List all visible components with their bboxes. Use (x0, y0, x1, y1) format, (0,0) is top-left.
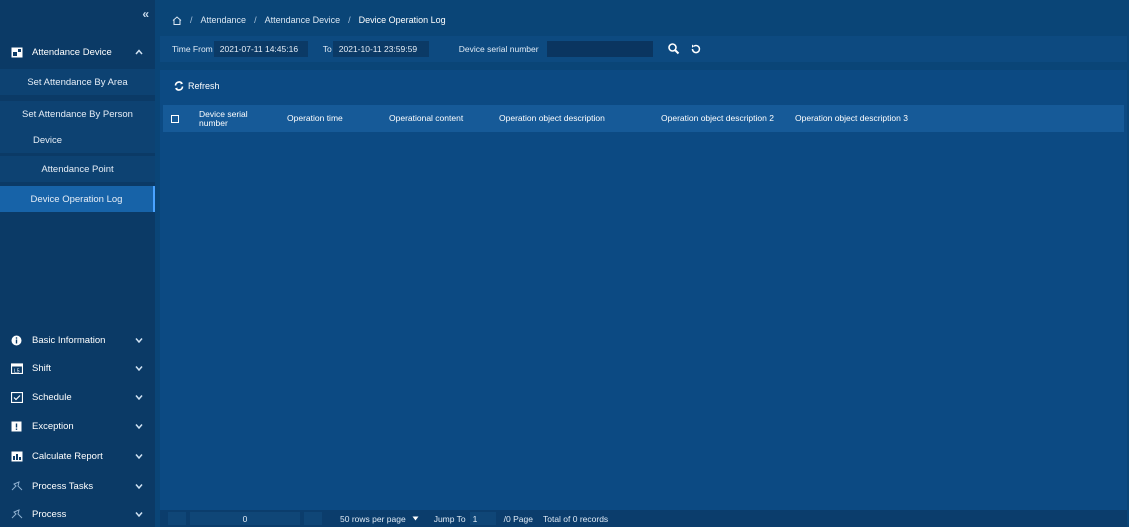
breadcrumb-separator: / (254, 15, 257, 25)
home-icon[interactable] (172, 15, 182, 25)
breadcrumb-separator: / (348, 15, 351, 25)
chevron-down-icon (135, 421, 143, 431)
nav-group-label: Calculate Report (32, 451, 103, 462)
column-header-device-serial-number[interactable]: Device serial number (199, 105, 259, 132)
nav-group-attendance-device[interactable]: Attendance Device (0, 39, 155, 66)
filter-bar: Time From 2021-07-11 14:45:16 To 2021-10… (160, 36, 1127, 62)
chevron-down-icon (135, 335, 143, 345)
chevron-down-icon (135, 509, 143, 519)
sidebar: « Attendance Device Set Attendance By Ar… (0, 0, 155, 527)
sidebar-item-device-operation-log[interactable]: Device Operation Log (0, 186, 155, 212)
nav-group-calculate-report[interactable]: Calculate Report (0, 443, 155, 470)
nav-group-process[interactable]: Process (0, 501, 155, 527)
nav-group-label: Basic Information (32, 335, 106, 346)
shift-icon: L5 (10, 363, 24, 375)
column-header-operation-object-description[interactable]: Operation object description (499, 105, 605, 132)
refresh-label: Refresh (188, 81, 220, 91)
refresh-button[interactable]: Refresh (173, 80, 220, 92)
chevron-down-icon (135, 481, 143, 491)
nav-group-label: Schedule (32, 392, 72, 403)
process-tasks-icon (11, 481, 23, 492)
process-icon (11, 509, 23, 520)
rows-per-page-select[interactable]: 50 rows per page (340, 514, 419, 524)
schedule-icon (10, 391, 24, 404)
chevron-up-icon (135, 47, 143, 57)
nav-group-basic-information[interactable]: Basic Information (0, 327, 155, 354)
report-icon (11, 451, 23, 462)
time-from-label: Time From (172, 44, 213, 54)
rows-per-page-label: 50 rows per page (340, 513, 406, 524)
current-page-indicator[interactable]: 0 (190, 512, 300, 525)
total-records-text: Total of 0 records (542, 513, 609, 524)
device-icon (11, 47, 23, 58)
device-serial-label: Device serial number (458, 44, 539, 54)
nav-group-exception[interactable]: Exception (0, 413, 155, 440)
nav-group-schedule[interactable]: Schedule (0, 384, 155, 411)
chevron-down-icon (135, 392, 143, 402)
time-from-input[interactable]: 2021-07-11 14:45:16 (213, 41, 308, 57)
content-panel: Refresh Device serial number Operation t… (160, 70, 1127, 510)
sidebar-item-set-attendance-by-person[interactable]: Set Attendance By Person (0, 101, 155, 127)
chevron-down-icon (135, 363, 143, 373)
reset-icon[interactable] (689, 42, 703, 56)
page-count-text: /0 Page (503, 513, 533, 524)
column-header-operational-content[interactable]: Operational content (389, 105, 463, 132)
time-to-input[interactable]: 2021-10-11 23:59:59 (332, 41, 429, 57)
sidebar-item-attendance-point[interactable]: Attendance Point (0, 156, 155, 182)
info-icon (11, 335, 23, 346)
device-serial-input[interactable] (546, 41, 653, 57)
breadcrumb: / Attendance / Attendance Device / Devic… (172, 13, 446, 27)
jump-to-input[interactable]: 1 (469, 512, 496, 525)
collapse-sidebar-button[interactable]: « (142, 7, 149, 21)
prev-page-button[interactable] (168, 512, 186, 525)
caret-down-icon (412, 516, 419, 521)
breadcrumb-item-attendance-device[interactable]: Attendance Device (265, 15, 341, 25)
jump-to-label: Jump To (433, 513, 466, 524)
breadcrumb-item-current: Device Operation Log (358, 15, 446, 25)
refresh-icon (174, 81, 184, 91)
breadcrumb-item-attendance[interactable]: Attendance (201, 15, 247, 25)
time-to-label: To (322, 44, 332, 54)
nav-group-shift[interactable]: L5 Shift (0, 355, 155, 382)
column-header-operation-time[interactable]: Operation time (287, 105, 343, 132)
column-header-operation-object-description-2[interactable]: Operation object description 2 (661, 105, 774, 132)
nav-group-label: Exception (32, 421, 74, 432)
search-icon[interactable] (667, 42, 681, 56)
app-root: « Attendance Device Set Attendance By Ar… (0, 0, 1129, 527)
nav-group-process-tasks[interactable]: Process Tasks (0, 473, 155, 500)
svg-text:L5: L5 (14, 369, 20, 375)
nav-group-label: Process Tasks (32, 481, 94, 492)
table-header: Device serial number Operation time Oper… (163, 105, 1124, 132)
column-header-operation-object-description-3[interactable]: Operation object description 3 (795, 105, 908, 132)
nav-group-label: Shift (32, 363, 52, 374)
breadcrumb-separator: / (190, 15, 193, 25)
nav-group-label: Attendance Device (32, 47, 112, 58)
next-page-button[interactable] (304, 512, 322, 525)
nav-group-label: Process (32, 509, 67, 520)
sidebar-item-device[interactable]: Device (0, 127, 155, 153)
exception-icon (11, 421, 23, 432)
chevron-down-icon (135, 451, 143, 461)
select-all-checkbox[interactable] (171, 115, 179, 123)
pagination: 0 50 rows per page Jump To 1 /0 Page Tot… (160, 510, 1127, 527)
sidebar-item-set-attendance-by-area[interactable]: Set Attendance By Area (0, 69, 155, 95)
